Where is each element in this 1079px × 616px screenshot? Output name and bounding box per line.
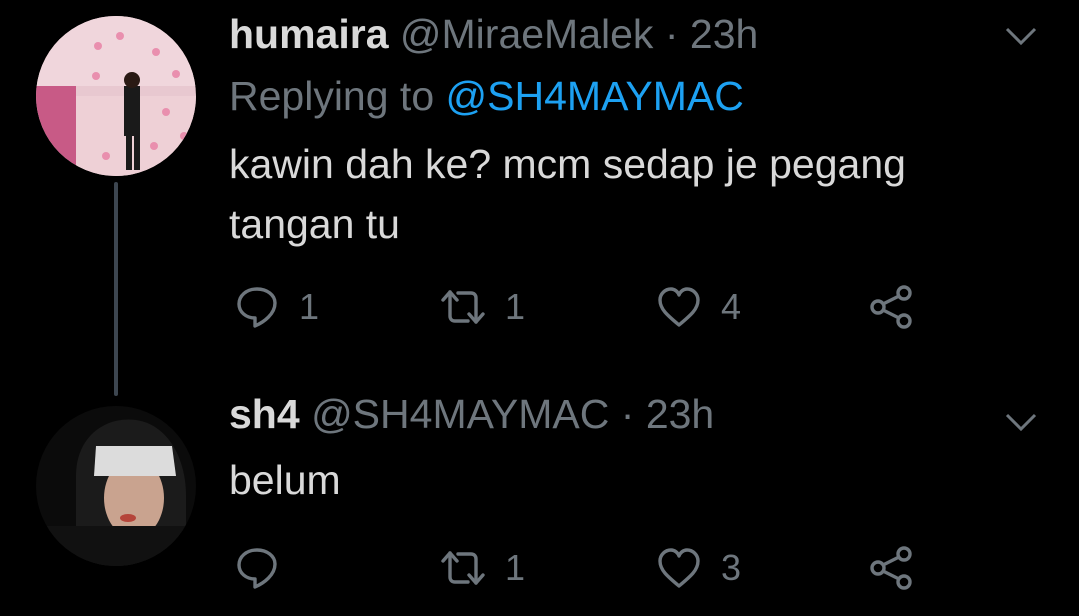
retweet-arrows-icon xyxy=(441,290,485,324)
avatar[interactable] xyxy=(36,16,196,176)
replying-to: Replying to @SH4MAYMAC xyxy=(229,72,744,120)
timestamp[interactable]: 23h xyxy=(646,391,714,437)
share-button[interactable] xyxy=(867,282,915,332)
separator: · xyxy=(664,11,679,57)
reply-button[interactable] xyxy=(233,543,299,593)
retweet-button[interactable]: 1 xyxy=(439,282,525,332)
speech-bubble-icon xyxy=(237,287,277,328)
tweet-text: belum xyxy=(229,457,341,503)
like-button[interactable]: 4 xyxy=(655,282,741,332)
tweet-actions: 1 3 xyxy=(229,543,929,593)
reply-count: 1 xyxy=(299,286,320,327)
chevron-down-icon xyxy=(1005,413,1037,432)
username[interactable]: @SH4MAYMAC xyxy=(311,391,609,437)
retweet-count: 1 xyxy=(505,286,526,327)
share-button[interactable] xyxy=(867,543,915,593)
retweet-button[interactable]: 1 xyxy=(439,543,525,593)
timestamp[interactable]: 23h xyxy=(690,11,758,57)
avatar[interactable] xyxy=(36,406,196,566)
display-name[interactable]: humaira xyxy=(229,11,389,57)
tweet-header: humaira @MiraeMalek · 23h xyxy=(229,10,758,58)
speech-bubble-icon xyxy=(237,548,277,589)
share-nodes-icon xyxy=(870,285,912,329)
replying-to-handle-link[interactable]: @SH4MAYMAC xyxy=(446,73,744,119)
chevron-down-icon xyxy=(1005,27,1037,46)
reply-button[interactable]: 1 xyxy=(233,282,319,332)
retweet-count: 1 xyxy=(505,547,526,588)
like-count: 4 xyxy=(721,286,742,327)
separator: · xyxy=(620,391,635,437)
thread-line xyxy=(114,182,118,396)
heart-icon xyxy=(658,548,700,588)
more-options-button[interactable] xyxy=(1003,24,1039,48)
display-name[interactable]: sh4 xyxy=(229,391,300,437)
retweet-arrows-icon xyxy=(441,551,485,585)
username[interactable]: @MiraeMalek xyxy=(400,11,654,57)
heart-icon xyxy=(658,287,700,327)
tweet-actions: 1 1 4 xyxy=(229,282,929,332)
more-options-button[interactable] xyxy=(1003,410,1039,434)
tweet-header: sh4 @SH4MAYMAC · 23h xyxy=(229,390,714,438)
share-nodes-icon xyxy=(870,546,912,590)
tweet-text: kawin dah ke? mcm sedap je pegang tangan… xyxy=(229,141,906,247)
replying-to-label: Replying to xyxy=(229,73,435,119)
like-button[interactable]: 3 xyxy=(655,543,741,593)
like-count: 3 xyxy=(721,547,742,588)
tweet[interactable]: humaira @MiraeMalek · 23h Replying to @S… xyxy=(0,0,1079,396)
tweet[interactable]: sh4 @SH4MAYMAC · 23h belum 1 3 xyxy=(0,390,1079,616)
